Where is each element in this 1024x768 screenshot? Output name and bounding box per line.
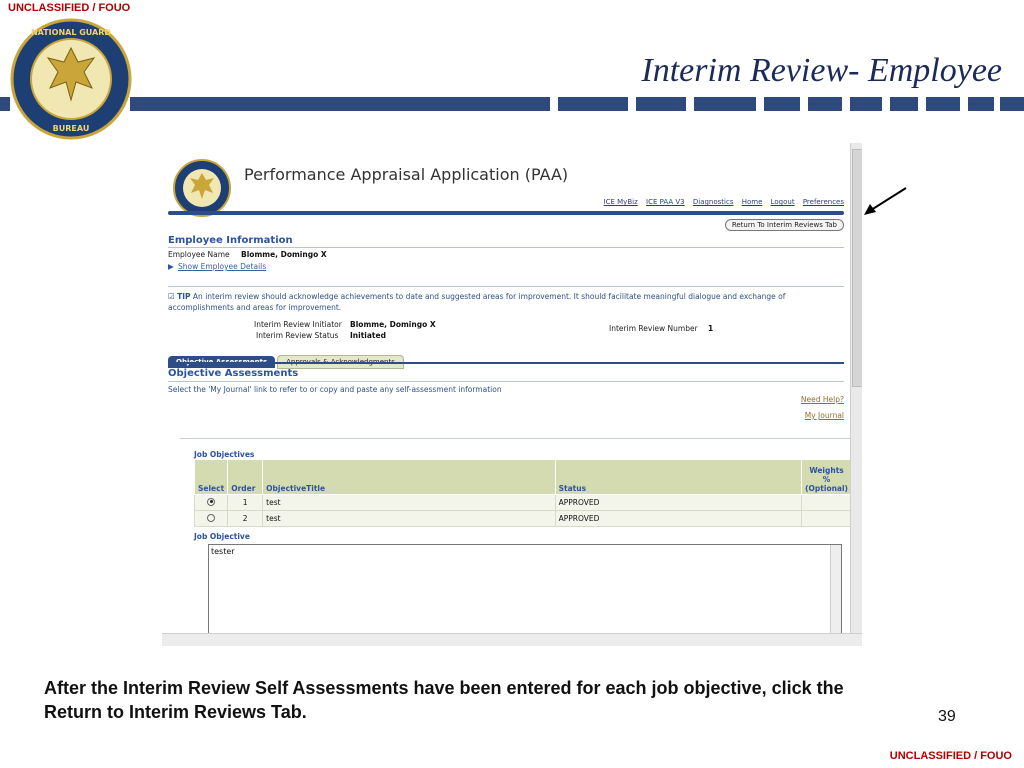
objective-assessments-heading: Objective Assessments — [168, 368, 299, 379]
link-home[interactable]: Home — [742, 198, 763, 206]
review-initiator-value: Blomme, Domingo X — [350, 320, 436, 329]
employee-info-heading: Employee Information — [168, 235, 293, 246]
classification-top: UNCLASSIFIED / FOUO — [8, 2, 131, 14]
order-cell: 2 — [227, 510, 264, 527]
pointer-arrow-icon — [864, 187, 907, 215]
textarea-scrollbar[interactable] — [830, 545, 841, 646]
national-guard-bureau-seal: NATIONAL GUARD BUREAU — [10, 18, 132, 140]
tab-bar: Objective AssessmentsApprovals & Acknowl… — [168, 349, 406, 369]
select-radio[interactable] — [207, 513, 216, 522]
title-band-segment — [808, 97, 842, 111]
review-number-value: 1 — [708, 324, 714, 333]
divider — [168, 247, 844, 248]
tip-label: TIP — [177, 292, 191, 301]
ngb-seal-icon — [173, 159, 231, 217]
objective-title-cell: test — [262, 494, 556, 511]
tip-box: ☑ TIP An interim review should acknowled… — [168, 291, 828, 313]
column-header-objective-title: ObjectiveTitle — [262, 459, 556, 495]
title-band-segment — [890, 97, 918, 111]
classification-bottom: UNCLASSIFIED / FOUO — [889, 750, 1012, 762]
status-cell: APPROVED — [554, 510, 803, 527]
job-objective-textarea[interactable]: tester — [208, 544, 842, 646]
review-status-label: Interim Review Status — [256, 331, 339, 340]
objective-title-cell: test — [262, 510, 556, 527]
column-header-status: Status — [554, 459, 803, 495]
weight-cell — [801, 510, 852, 527]
review-initiator-label: Interim Review Initiator — [254, 320, 342, 329]
horizontal-scrollbar[interactable] — [162, 633, 862, 646]
title-band-segment — [926, 97, 960, 111]
select-cell — [193, 510, 229, 527]
table-row[interactable]: 1 test APPROVED — [193, 494, 852, 511]
divider — [168, 286, 844, 287]
link-ice-mybiz[interactable]: ICE MyBiz — [604, 198, 638, 206]
title-band-segment — [636, 97, 686, 111]
title-band-segment — [968, 97, 994, 111]
show-employee-details-link[interactable]: Show Employee Details — [178, 262, 266, 271]
review-number-label: Interim Review Number — [609, 324, 698, 333]
select-cell — [193, 494, 229, 511]
job-objective-text: tester — [211, 547, 235, 556]
table-header-row: Select Order ObjectiveTitle Status Weigh… — [193, 459, 852, 495]
link-logout[interactable]: Logout — [771, 198, 795, 206]
vertical-scrollbar[interactable] — [850, 143, 862, 633]
title-band-segment — [0, 97, 10, 111]
status-cell: APPROVED — [554, 494, 803, 511]
job-objectives-heading: Job Objectives — [194, 450, 255, 459]
title-band-segment — [764, 97, 800, 111]
employee-name-value: Blomme, Domingo X — [241, 250, 327, 259]
column-header-weights: Weights % (Optional) — [801, 459, 852, 495]
return-to-interim-reviews-button[interactable]: Return To Interim Reviews Tab — [724, 219, 844, 231]
scroll-thumb[interactable] — [852, 149, 862, 387]
column-header-order: Order — [227, 459, 264, 495]
svg-text:BUREAU: BUREAU — [53, 124, 90, 133]
tab-underline — [168, 362, 844, 364]
global-links: ICE MyBiz ICE PAA V3 Diagnostics Home Lo… — [598, 198, 844, 206]
page-number: 39 — [938, 708, 956, 725]
expand-triangle-icon[interactable]: ▶ — [168, 262, 174, 271]
column-header-select: Select — [193, 459, 229, 495]
my-journal-link[interactable]: My Journal — [805, 411, 844, 420]
review-status-value: Initiated — [350, 331, 386, 340]
title-band-segment — [694, 97, 756, 111]
title-band-segment — [130, 97, 550, 111]
title-band-segment — [558, 97, 628, 111]
app-title: Performance Appraisal Application (PAA) — [244, 165, 569, 184]
objective-assessments-description: Select the 'My Journal' link to refer to… — [168, 385, 502, 394]
tip-icon: ☑ — [168, 292, 175, 301]
paa-screenshot: Performance Appraisal Application (PAA) … — [162, 143, 862, 646]
header-band — [168, 211, 844, 215]
title-band-segment — [850, 97, 882, 111]
slide-caption: After the Interim Review Self Assessment… — [44, 678, 844, 722]
link-preferences[interactable]: Preferences — [803, 198, 844, 206]
select-radio[interactable] — [207, 497, 216, 506]
job-objective-label: Job Objective — [194, 532, 250, 541]
need-help-link[interactable]: Need Help? — [801, 395, 844, 404]
svg-text:NATIONAL GUARD: NATIONAL GUARD — [31, 28, 111, 37]
divider — [168, 381, 844, 382]
link-ice-paa-v3[interactable]: ICE PAA V3 — [646, 198, 685, 206]
table-row[interactable]: 2 test APPROVED — [193, 510, 852, 527]
title-band-segment — [1000, 97, 1024, 111]
tip-text: An interim review should acknowledge ach… — [168, 292, 786, 312]
order-cell: 1 — [227, 494, 264, 511]
slide-title: Interim Review- Employee — [641, 52, 1002, 89]
weight-cell — [801, 494, 852, 511]
employee-name-label: Employee Name — [168, 250, 230, 259]
link-diagnostics[interactable]: Diagnostics — [693, 198, 734, 206]
job-objectives-table: Select Order ObjectiveTitle Status Weigh… — [193, 459, 852, 527]
